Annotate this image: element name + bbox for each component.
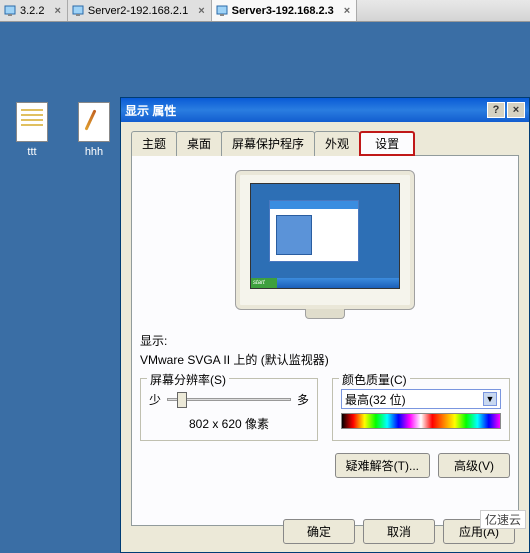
connection-tab-0[interactable]: 3.2.2 × (0, 0, 68, 21)
dialog-tabs: 主题 桌面 屏幕保护程序 外观 设置 (131, 130, 519, 156)
icon-label: ttt (8, 146, 56, 158)
tab-label: Server2-192.168.2.1 (88, 5, 188, 17)
connection-tab-2[interactable]: Server3-192.168.2.3 × (212, 0, 358, 21)
help-button[interactable]: ? (487, 102, 505, 118)
display-properties-dialog: 显示 属性 ? × 主题 桌面 屏幕保护程序 外观 设置 start (120, 97, 530, 553)
desktop-icon-hhh[interactable]: hhh (70, 102, 118, 158)
start-label: start (251, 278, 277, 288)
display-label: 显示: (140, 332, 510, 349)
settings-panel: start 显示: VMware SVGA II 上的 (默认监视器) 屏幕分辨… (131, 156, 519, 526)
tab-screensaver[interactable]: 屏幕保护程序 (221, 131, 315, 156)
connection-tabs-bar: 3.2.2 × Server2-192.168.2.1 × Server3-19… (0, 0, 530, 22)
tab-label: Server3-192.168.2.3 (232, 5, 334, 17)
color-legend: 颜色质量(C) (339, 371, 410, 388)
brush-file-icon (78, 102, 110, 142)
watermark: 亿速云 (480, 510, 526, 529)
close-icon[interactable]: × (54, 5, 60, 17)
slider-max: 多 (297, 391, 309, 408)
cancel-button[interactable]: 取消 (363, 519, 435, 544)
monitor-icon (4, 5, 16, 17)
tab-appearance[interactable]: 外观 (314, 131, 360, 156)
monitor-icon (72, 5, 84, 17)
close-icon[interactable]: × (344, 5, 350, 17)
color-spectrum (341, 413, 501, 429)
desktop[interactable]: ttt hhh 显示 属性 ? × 主题 桌面 屏幕保护程序 外观 设置 (0, 22, 530, 531)
color-quality-fieldset: 颜色质量(C) 最高(32 位) ▼ (332, 378, 510, 441)
tab-theme[interactable]: 主题 (131, 131, 177, 156)
desktop-icon-ttt[interactable]: ttt (8, 102, 56, 158)
chevron-down-icon: ▼ (483, 392, 497, 406)
tab-desktop[interactable]: 桌面 (176, 131, 222, 156)
connection-tab-1[interactable]: Server2-192.168.2.1 × (68, 0, 212, 21)
tab-label: 3.2.2 (20, 5, 44, 17)
tab-settings[interactable]: 设置 (359, 131, 415, 156)
dialog-title: 显示 属性 (125, 102, 176, 119)
dialog-body: 主题 桌面 屏幕保护程序 外观 设置 start 显示: V (121, 122, 529, 552)
advanced-button[interactable]: 高级(V) (438, 453, 510, 478)
resolution-legend: 屏幕分辨率(S) (147, 371, 229, 388)
troubleshoot-button[interactable]: 疑难解答(T)... (335, 453, 430, 478)
close-button[interactable]: × (507, 102, 525, 118)
resolution-slider[interactable] (167, 389, 291, 409)
display-desc: VMware SVGA II 上的 (默认监视器) (140, 351, 510, 368)
color-quality-select[interactable]: 最高(32 位) ▼ (341, 389, 501, 409)
ok-button[interactable]: 确定 (283, 519, 355, 544)
icon-label: hhh (70, 146, 118, 158)
resolution-value: 802 x 620 像素 (149, 415, 309, 432)
notepad-file-icon (16, 102, 48, 142)
color-selected: 最高(32 位) (345, 391, 406, 408)
resolution-fieldset: 屏幕分辨率(S) 少 多 802 x 620 像素 (140, 378, 318, 441)
close-icon[interactable]: × (198, 5, 204, 17)
monitor-preview: start (235, 170, 415, 310)
slider-min: 少 (149, 391, 161, 408)
monitor-icon (216, 5, 228, 17)
titlebar[interactable]: 显示 属性 ? × (121, 98, 529, 122)
